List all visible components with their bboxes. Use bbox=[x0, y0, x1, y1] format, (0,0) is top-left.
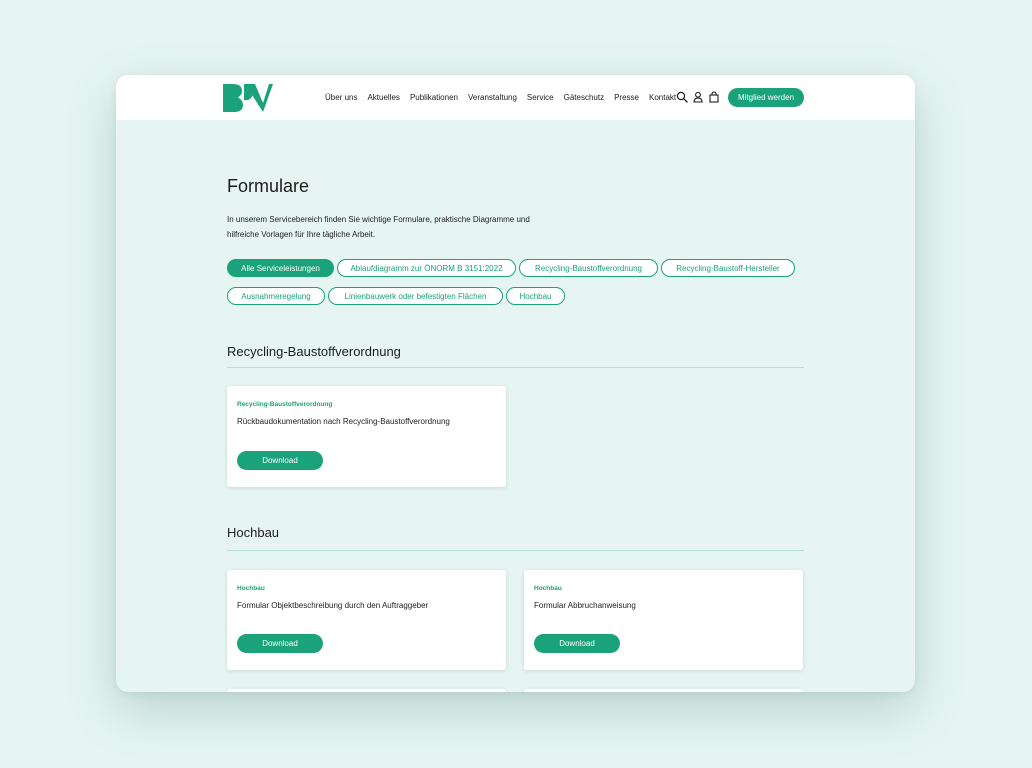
card-tag: Recycling-Baustoffverordnung bbox=[237, 401, 333, 408]
user-icon[interactable] bbox=[692, 91, 704, 103]
nav-item-veranstaltung[interactable]: Veranstaltung bbox=[468, 93, 517, 102]
section-divider bbox=[227, 367, 804, 368]
nav-item-publikationen[interactable]: Publikationen bbox=[410, 93, 458, 102]
form-card: Hochbau Formular Abbruchanweisung Downlo… bbox=[524, 570, 803, 670]
filter-ausnahmeregelung[interactable]: Ausnahmeregelung bbox=[227, 287, 325, 305]
filter-alle-serviceleistungen[interactable]: Alle Serviceleistungen bbox=[227, 259, 334, 277]
filter-linienbauwerk[interactable]: Linienbauwerk oder befestigten Flächen bbox=[328, 287, 503, 305]
filter-recycling-baustoffverordnung[interactable]: Recycling-Baustoffverordnung bbox=[519, 259, 658, 277]
section-title-hochbau: Hochbau bbox=[227, 525, 280, 540]
download-button[interactable]: Download bbox=[534, 634, 620, 653]
nav-item-presse[interactable]: Presse bbox=[614, 93, 639, 102]
intro-line-1: In unserem Servicebereich finden Sie wic… bbox=[227, 215, 530, 224]
page-intro: In unserem Servicebereich finden Sie wic… bbox=[227, 212, 567, 242]
card-tag: Hochbau bbox=[237, 585, 265, 592]
bag-icon[interactable] bbox=[708, 91, 720, 103]
nav-item-gueteschutz[interactable]: Gäteschutz bbox=[564, 93, 604, 102]
card-tag: Hochbau bbox=[534, 585, 562, 592]
form-card: Recycling-Baustoffverordnung Rückbaudoku… bbox=[227, 386, 506, 487]
card-title: Formular Abbruchanweisung bbox=[534, 601, 636, 610]
section-title-recycling: Recycling-Baustoffverordnung bbox=[227, 344, 401, 359]
nav-item-aktuelles[interactable]: Aktuelles bbox=[367, 93, 399, 102]
mitglied-werden-button[interactable]: Mitglied werden bbox=[728, 88, 804, 107]
filter-ablaufdiagramm[interactable]: Ablaufdiagramm zur ÖNORM B 3151:2022 bbox=[337, 259, 516, 277]
download-button[interactable]: Download bbox=[237, 451, 323, 470]
form-card-partial bbox=[227, 689, 506, 692]
form-card-partial bbox=[524, 689, 803, 692]
filter-hochbau[interactable]: Hochbau bbox=[506, 287, 565, 305]
main-nav: Über uns Aktuelles Publikationen Veranst… bbox=[325, 75, 676, 120]
card-title: Formular Objektbeschreibung durch den Au… bbox=[237, 601, 429, 610]
intro-line-2: hilfreiche Vorlagen für Ihre tägliche Ar… bbox=[227, 230, 376, 239]
filter-recycling-baustoff-hersteller[interactable]: Recycling-Baustoff-Hersteller bbox=[661, 259, 795, 277]
nav-item-service[interactable]: Service bbox=[527, 93, 554, 102]
search-icon[interactable] bbox=[676, 91, 688, 103]
page-title: Formulare bbox=[227, 176, 310, 196]
nav-item-ueber-uns[interactable]: Über uns bbox=[325, 93, 357, 102]
download-button[interactable]: Download bbox=[237, 634, 323, 653]
section-divider bbox=[227, 550, 804, 551]
nav-item-kontakt[interactable]: Kontakt bbox=[649, 93, 676, 102]
site-header: Über uns Aktuelles Publikationen Veranst… bbox=[116, 75, 915, 120]
card-title: Rückbaudokumentation nach Recycling-Baus… bbox=[237, 417, 450, 426]
brv-logo[interactable] bbox=[223, 84, 273, 112]
form-card: Hochbau Formular Objektbeschreibung durc… bbox=[227, 570, 506, 670]
browser-window: Über uns Aktuelles Publikationen Veranst… bbox=[116, 75, 915, 692]
